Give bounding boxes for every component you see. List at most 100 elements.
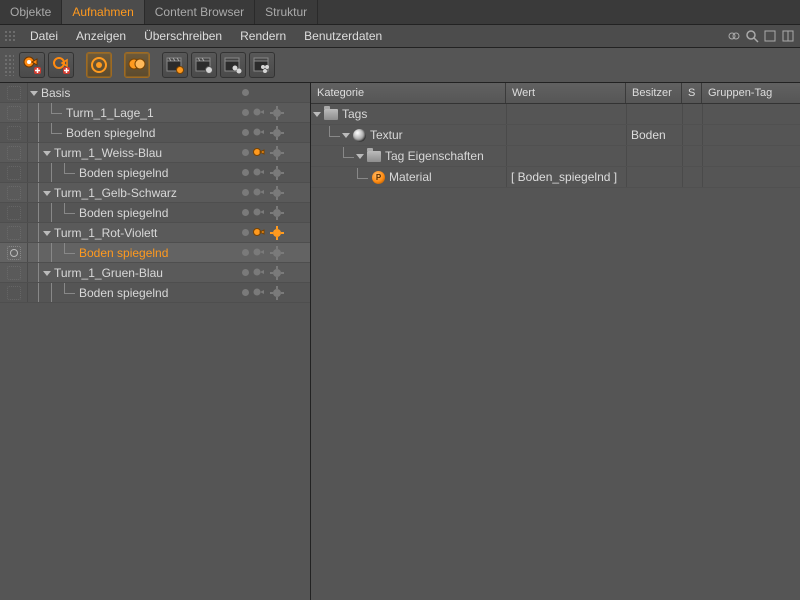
visibility-toggle[interactable]: [0, 83, 28, 102]
take-row[interactable]: Turm_1_Lage_1: [0, 103, 310, 123]
tab-aufnahmen[interactable]: Aufnahmen: [62, 0, 144, 24]
camera-icon[interactable]: [252, 146, 266, 160]
override-category-cell[interactable]: Tags: [311, 104, 506, 124]
camera-icon[interactable]: [252, 166, 266, 180]
take-label-area[interactable]: Turm_1_Gelb-Schwarz: [28, 183, 238, 202]
grip-icon[interactable]: [4, 54, 14, 76]
tab-content-browser[interactable]: Content Browser: [145, 0, 255, 24]
override-mode-button[interactable]: [124, 52, 150, 78]
column-besitzer[interactable]: Besitzer: [626, 83, 682, 103]
take-label-area[interactable]: Turm_1_Lage_1: [28, 103, 238, 122]
visibility-toggle[interactable]: [0, 143, 28, 162]
take-label-area[interactable]: Turm_1_Weiss-Blau: [28, 143, 238, 162]
camera-icon[interactable]: [252, 106, 266, 120]
tab-struktur[interactable]: Struktur: [255, 0, 318, 24]
visibility-toggle[interactable]: [0, 163, 28, 182]
take-row[interactable]: Boden spiegelnd: [0, 203, 310, 223]
take-row[interactable]: Turm_1_Weiss-Blau: [0, 143, 310, 163]
take-row[interactable]: Basis: [0, 83, 310, 103]
override-value-cell[interactable]: [506, 125, 626, 145]
take-row[interactable]: Boden spiegelnd: [0, 123, 310, 143]
expand-arrow-icon[interactable]: [43, 231, 51, 236]
link-icon[interactable]: [726, 28, 742, 44]
render-all-takes-button[interactable]: [249, 52, 275, 78]
take-label-area[interactable]: Basis: [28, 83, 238, 102]
render-take-button[interactable]: [162, 52, 188, 78]
render-settings-icon[interactable]: [270, 126, 284, 140]
camera-icon[interactable]: [252, 286, 266, 300]
visibility-toggle[interactable]: [0, 123, 28, 142]
take-label-area[interactable]: Turm_1_Gruen-Blau: [28, 263, 238, 282]
override-category-cell[interactable]: PMaterial: [311, 167, 506, 187]
render-settings-icon[interactable]: [270, 186, 284, 200]
column-wert[interactable]: Wert: [506, 83, 626, 103]
camera-icon[interactable]: [252, 206, 266, 220]
render-take-to-pv-button[interactable]: [191, 52, 217, 78]
override-value-cell[interactable]: [ Boden_spiegelnd ]: [506, 167, 626, 187]
render-settings-icon[interactable]: [270, 246, 284, 260]
render-settings-icon[interactable]: [270, 226, 284, 240]
window-maximize-icon[interactable]: [762, 28, 778, 44]
render-settings-icon[interactable]: [270, 106, 284, 120]
override-row[interactable]: Tag Eigenschaften: [311, 146, 800, 167]
expand-arrow-icon[interactable]: [342, 133, 350, 138]
search-icon[interactable]: [744, 28, 760, 44]
override-category-cell[interactable]: Textur: [311, 125, 506, 145]
take-label-area[interactable]: Boden spiegelnd: [28, 283, 238, 302]
take-row[interactable]: Turm_1_Gelb-Schwarz: [0, 183, 310, 203]
menu-datei[interactable]: Datei: [22, 25, 66, 47]
camera-icon[interactable]: [252, 226, 266, 240]
grip-icon[interactable]: [4, 30, 16, 42]
take-row[interactable]: Boden spiegelnd: [0, 163, 310, 183]
take-row[interactable]: Boden spiegelnd: [0, 283, 310, 303]
override-row[interactable]: TexturBoden: [311, 125, 800, 146]
menu-ueberschreiben[interactable]: Überschreiben: [136, 25, 230, 47]
render-marked-takes-button[interactable]: [220, 52, 246, 78]
camera-icon[interactable]: [252, 246, 266, 260]
render-settings-icon[interactable]: [270, 286, 284, 300]
override-value-cell[interactable]: [506, 104, 626, 124]
override-row[interactable]: PMaterial[ Boden_spiegelnd ]: [311, 167, 800, 188]
expand-arrow-icon[interactable]: [43, 191, 51, 196]
expand-arrow-icon[interactable]: [43, 151, 51, 156]
visibility-toggle[interactable]: [0, 183, 28, 202]
take-row[interactable]: Turm_1_Gruen-Blau: [0, 263, 310, 283]
column-s[interactable]: S: [682, 83, 702, 103]
new-take-camera-button[interactable]: [19, 52, 45, 78]
take-label-area[interactable]: Boden spiegelnd: [28, 243, 238, 262]
render-settings-icon[interactable]: [270, 266, 284, 280]
auto-take-button[interactable]: [86, 52, 112, 78]
take-row[interactable]: Turm_1_Rot-Violett: [0, 223, 310, 243]
window-split-icon[interactable]: [780, 28, 796, 44]
render-settings-icon[interactable]: [270, 146, 284, 160]
override-category-cell[interactable]: Tag Eigenschaften: [311, 146, 506, 166]
visibility-toggle[interactable]: [0, 263, 28, 282]
render-settings-icon[interactable]: [270, 166, 284, 180]
menu-benutzerdaten[interactable]: Benutzerdaten: [296, 25, 390, 47]
camera-icon[interactable]: [252, 266, 266, 280]
column-kategorie[interactable]: Kategorie: [311, 83, 506, 103]
visibility-toggle[interactable]: [0, 103, 28, 122]
expand-arrow-icon[interactable]: [43, 271, 51, 276]
menu-anzeigen[interactable]: Anzeigen: [68, 25, 134, 47]
take-label-area[interactable]: Boden spiegelnd: [28, 123, 238, 142]
expand-arrow-icon[interactable]: [313, 112, 321, 117]
visibility-toggle[interactable]: [0, 283, 28, 302]
menu-rendern[interactable]: Rendern: [232, 25, 294, 47]
expand-arrow-icon[interactable]: [30, 91, 38, 96]
visibility-toggle[interactable]: [0, 223, 28, 242]
visibility-toggle[interactable]: [0, 203, 28, 222]
take-row[interactable]: Boden spiegelnd: [0, 243, 310, 263]
render-settings-icon[interactable]: [270, 206, 284, 220]
take-label-area[interactable]: Boden spiegelnd: [28, 163, 238, 182]
take-label-area[interactable]: Turm_1_Rot-Violett: [28, 223, 238, 242]
override-row[interactable]: Tags: [311, 104, 800, 125]
camera-icon[interactable]: [252, 126, 266, 140]
visibility-toggle[interactable]: [0, 243, 28, 262]
take-label-area[interactable]: Boden spiegelnd: [28, 203, 238, 222]
expand-arrow-icon[interactable]: [356, 154, 364, 159]
override-value-cell[interactable]: [506, 146, 626, 166]
camera-icon[interactable]: [252, 186, 266, 200]
new-child-take-button[interactable]: [48, 52, 74, 78]
column-gruppen-tag[interactable]: Gruppen-Tag: [702, 83, 800, 103]
